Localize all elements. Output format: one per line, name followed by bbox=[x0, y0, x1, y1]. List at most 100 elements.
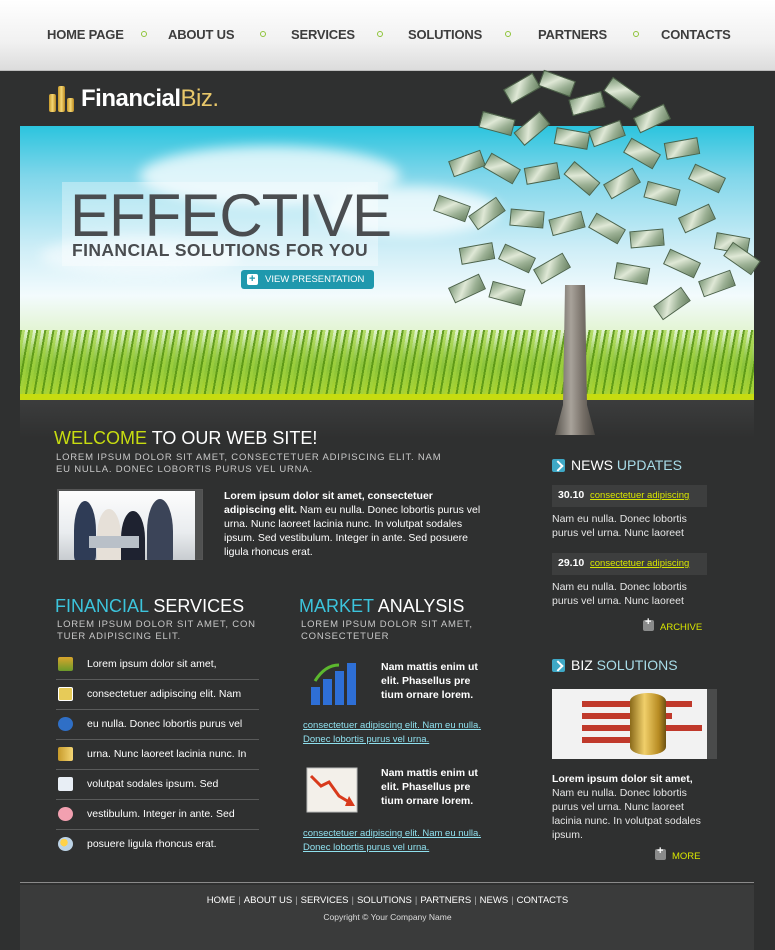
logo-text-accent: Biz. bbox=[180, 85, 220, 112]
money-tree-image bbox=[420, 69, 765, 440]
welcome-heading: WELCOME TO OUR WEB SITE! bbox=[54, 428, 317, 449]
market-block-link[interactable]: consectetuer adipiscing elit. Nam eu nul… bbox=[303, 827, 503, 855]
service-item[interactable]: vestibulum. Integer in ante. Sed bbox=[56, 800, 259, 830]
service-item-label: urna. Nunc laoreet lacinia nunc. In bbox=[87, 748, 247, 760]
services-heading-accent: FINANCIAL bbox=[55, 596, 149, 616]
service-item-label: eu nulla. Donec lobortis purus vel bbox=[87, 718, 243, 730]
plus-icon bbox=[643, 616, 654, 631]
service-item[interactable]: consectetuer adipiscing elit. Nam bbox=[56, 680, 259, 710]
site-logo[interactable]: FinancialBiz. bbox=[49, 84, 219, 114]
market-heading: MARKET ANALYSIS bbox=[299, 596, 464, 617]
top-navigation: HOME PAGE ABOUT US SERVICES SOLUTIONS PA… bbox=[0, 0, 775, 71]
news-text: Nam eu nulla. Donec lobortis purus vel u… bbox=[552, 513, 687, 539]
footer-navigation: HOME | ABOUT US | SERVICES | SOLUTIONS | PARTNER… bbox=[206, 895, 569, 906]
nav-divider-dot bbox=[260, 31, 266, 37]
view-presentation-label: VIEW PRESENTATION bbox=[265, 274, 365, 285]
footer-link-partners[interactable]: PARTNERS bbox=[420, 895, 471, 906]
nav-divider-dot bbox=[377, 31, 383, 37]
welcome-text: Lorem ipsum dolor sit amet, consectetuer… bbox=[224, 489, 486, 559]
nav-services[interactable]: SERVICES bbox=[291, 27, 355, 42]
nav-divider-dot bbox=[505, 31, 511, 37]
service-item-label: consectetuer adipiscing elit. Nam bbox=[87, 688, 242, 700]
news-arrow-icon bbox=[552, 459, 565, 472]
biz-text: Nam eu nulla. Donec lobortis purus vel u… bbox=[552, 787, 701, 841]
nav-partners[interactable]: PARTNERS bbox=[538, 27, 607, 42]
service-item[interactable]: posuere ligula rhoncus erat. bbox=[56, 830, 259, 860]
business-team-photo bbox=[57, 489, 203, 560]
biz-title: Lorem ipsum dolor sit amet, bbox=[552, 773, 693, 785]
footer-link-solutions[interactable]: SOLUTIONS bbox=[357, 895, 412, 906]
news-link[interactable]: consectetuer adipiscing bbox=[590, 558, 689, 569]
welcome-heading-rest: TO OUR WEB SITE! bbox=[151, 428, 318, 448]
declining-chart-icon bbox=[305, 766, 365, 816]
document-icon bbox=[58, 777, 73, 791]
logo-text: FinancialBiz. bbox=[81, 85, 219, 113]
biz-arrow-icon bbox=[552, 659, 565, 672]
market-heading-accent: MARKET bbox=[299, 596, 374, 616]
copyright: Copyright © Your Company Name bbox=[323, 912, 452, 922]
weather-icon bbox=[58, 837, 73, 851]
news-date: 29.10 bbox=[558, 557, 585, 569]
news-date: 30.10 bbox=[558, 489, 585, 501]
market-subtitle: LOREM IPSUM DOLOR SIT AMET, CONSECTETUER bbox=[301, 619, 473, 642]
news-text: Nam eu nulla. Donec lobortis purus vel u… bbox=[552, 581, 687, 607]
service-item-label: vestibulum. Integer in ante. Sed bbox=[87, 808, 235, 820]
archive-label: ARCHIVE bbox=[660, 622, 703, 633]
coins-logo-icon bbox=[49, 86, 75, 112]
service-item[interactable]: volutpat sodales ipsum. Sed bbox=[56, 770, 259, 800]
bar-chart-growth-icon bbox=[305, 657, 365, 707]
footer-link-news[interactable]: NEWS bbox=[480, 895, 509, 906]
services-heading: FINANCIAL SERVICES bbox=[55, 596, 244, 617]
welcome-heading-accent: WELCOME bbox=[54, 428, 148, 448]
card-icon bbox=[58, 687, 73, 701]
plus-icon bbox=[655, 845, 666, 860]
nav-contacts[interactable]: CONTACTS bbox=[661, 27, 731, 42]
footer-divider bbox=[20, 882, 754, 883]
nav-divider-dot bbox=[633, 31, 639, 37]
nav-divider-dot bbox=[141, 31, 147, 37]
news-link[interactable]: consectetuer adipiscing bbox=[590, 490, 689, 501]
service-item[interactable]: urna. Nunc laoreet lacinia nunc. In bbox=[56, 740, 259, 770]
news-heading-a: NEWS bbox=[571, 457, 613, 473]
view-presentation-button[interactable]: VIEW PRESENTATION bbox=[241, 270, 375, 289]
service-item[interactable]: Lorem ipsum dolor sit amet, bbox=[56, 650, 259, 680]
footer-link-services[interactable]: SERVICES bbox=[301, 895, 349, 906]
nav-about[interactable]: ABOUT US bbox=[168, 27, 234, 42]
footer-link-contacts[interactable]: CONTACTS bbox=[517, 895, 569, 906]
biz-heading-b: SOLUTIONS bbox=[596, 657, 678, 673]
market-block-link[interactable]: consectetuer adipiscing elit. Nam eu nul… bbox=[303, 719, 503, 747]
news-date-row: 29.10 consectetuer adipiscing bbox=[552, 553, 707, 575]
coins-icon bbox=[58, 747, 73, 761]
footer-link-home[interactable]: HOME bbox=[207, 895, 236, 906]
news-heading: NEWS UPDATES bbox=[571, 457, 682, 473]
market-heading-rest: ANALYSIS bbox=[377, 596, 465, 616]
market-block-title: Nam mattis enim ut elit. Phasellus pre t… bbox=[381, 767, 478, 807]
service-item[interactable]: eu nulla. Donec lobortis purus vel bbox=[56, 710, 259, 740]
nav-home[interactable]: HOME PAGE bbox=[47, 27, 124, 42]
services-subtitle: LOREM IPSUM DOLOR SIT AMET, CON TUER ADI… bbox=[57, 619, 256, 642]
tree-trunk bbox=[555, 285, 595, 435]
news-date-row: 30.10 consectetuer adipiscing bbox=[552, 485, 707, 507]
services-heading-rest: SERVICES bbox=[153, 596, 245, 616]
welcome-subtitle: LOREM IPSUM DOLOR SIT AMET, CONSECTETUER… bbox=[56, 452, 442, 475]
logo-text-main: Financial bbox=[81, 85, 181, 112]
hero-subtitle: FINANCIAL SOLUTIONS FOR YOU bbox=[72, 240, 368, 260]
news-heading-b: UPDATES bbox=[616, 457, 682, 473]
biz-heading: BIZ SOLUTIONS bbox=[571, 657, 678, 673]
coins-chart-photo bbox=[552, 689, 717, 759]
footer-link-about[interactable]: ABOUT US bbox=[244, 895, 292, 906]
more-link[interactable]: MORE bbox=[655, 845, 701, 862]
nav-solutions[interactable]: SOLUTIONS bbox=[408, 27, 482, 42]
hero-title: EFFECTIVE bbox=[70, 182, 392, 249]
piggy-bank-icon bbox=[58, 807, 73, 821]
plus-icon bbox=[247, 270, 258, 289]
service-item-label: Lorem ipsum dolor sit amet, bbox=[87, 658, 217, 670]
archive-link[interactable]: ARCHIVE bbox=[643, 616, 703, 633]
market-block-title: Nam mattis enim ut elit. Phasellus pre t… bbox=[381, 661, 478, 701]
more-label: MORE bbox=[672, 851, 701, 862]
service-item-label: volutpat sodales ipsum. Sed bbox=[87, 778, 219, 790]
biz-heading-a: BIZ bbox=[571, 657, 593, 673]
chart-icon bbox=[58, 657, 73, 671]
euro-icon bbox=[58, 717, 73, 731]
service-item-label: posuere ligula rhoncus erat. bbox=[87, 838, 217, 850]
